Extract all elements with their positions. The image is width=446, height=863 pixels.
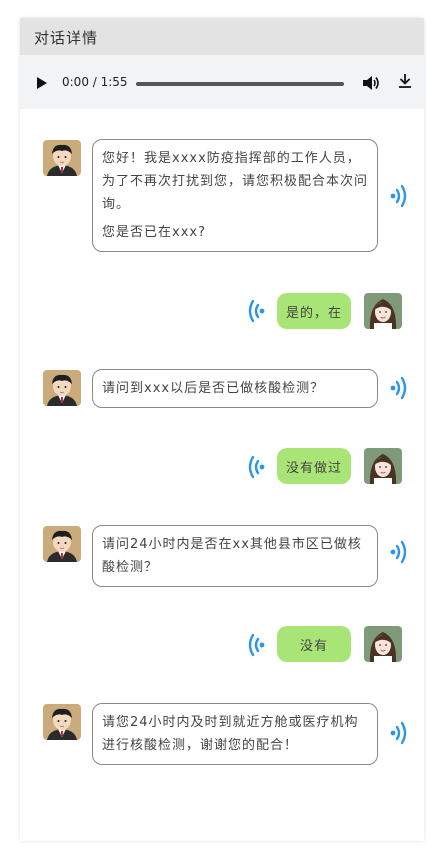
audio-player: 0:00 / 1:55 xyxy=(20,55,424,109)
reply-bubble-1: 是的，在 xyxy=(277,293,351,329)
message-bubble-1: 您好！我是xxxx防疫指挥部的工作人员，为了不再次打扰到您，请您积极配合本次问询… xyxy=(92,139,378,252)
sound-wave-icon[interactable] xyxy=(389,183,411,209)
message-text: 请您24小时内及时到就近方舱或医疗机构进行核酸检测，谢谢您的配合！ xyxy=(102,715,359,753)
sound-wave-icon[interactable] xyxy=(389,720,411,746)
woman-avatar xyxy=(364,448,402,484)
sound-wave-icon[interactable] xyxy=(244,298,266,324)
message-bubble-2: 请问到xxx以后是否已做核酸检测？ xyxy=(92,369,378,408)
officer-avatar xyxy=(43,704,81,740)
sound-wave-icon[interactable] xyxy=(244,454,266,480)
reply-text: 没有 xyxy=(299,638,328,654)
message-bubble-4: 请您24小时内及时到就近方舱或医疗机构进行核酸检测，谢谢您的配合！ xyxy=(92,703,378,765)
download-icon[interactable] xyxy=(398,73,412,93)
reply-bubble-3: 没有 xyxy=(277,626,351,662)
play-icon[interactable] xyxy=(36,75,48,94)
reply-bubble-2: 没有做过 xyxy=(277,448,351,484)
message-bubble-3: 请问24小时内是否在xx其他县市区已做核酸检测？ xyxy=(92,525,378,587)
reply-text: 是的，在 xyxy=(285,305,342,321)
time-readout: 0:00 / 1:55 xyxy=(62,75,128,89)
message-text: 您是否已在xxx? xyxy=(102,225,206,240)
officer-avatar xyxy=(43,140,81,176)
dialog-header: 对话详情 xyxy=(20,18,424,55)
message-text: 请问24小时内是否在xx其他县市区已做核酸检测？ xyxy=(102,537,362,575)
woman-avatar xyxy=(364,293,402,329)
volume-icon[interactable] xyxy=(362,75,380,95)
woman-avatar xyxy=(364,626,402,662)
message-text: 您好！我是xxxx防疫指挥部的工作人员，为了不再次打扰到您，请您积极配合本次问询… xyxy=(102,151,369,212)
officer-avatar xyxy=(43,370,81,406)
sound-wave-icon[interactable] xyxy=(389,539,411,565)
sound-wave-icon[interactable] xyxy=(389,375,411,401)
officer-avatar xyxy=(43,526,81,562)
message-text: 请问到xxx以后是否已做核酸检测？ xyxy=(102,381,325,396)
sound-wave-icon[interactable] xyxy=(244,632,266,658)
seek-bar[interactable] xyxy=(136,82,344,86)
reply-text: 没有做过 xyxy=(285,460,342,476)
page-title: 对话详情 xyxy=(34,29,99,47)
